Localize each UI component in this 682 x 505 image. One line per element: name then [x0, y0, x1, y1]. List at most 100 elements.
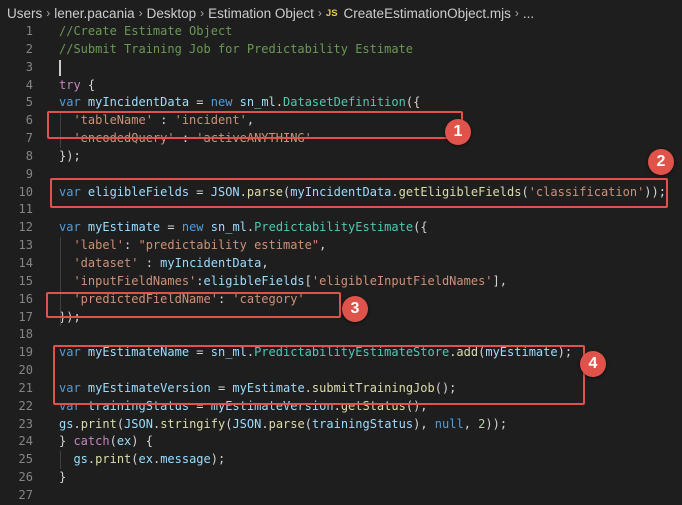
code-line[interactable]: 23 gs.print(JSON.stringify(JSON.parse(tra… [0, 416, 682, 434]
line-number: 22 [18, 398, 33, 413]
code-token: var [59, 95, 81, 110]
code-line[interactable]: 13 'label': "predictability estimate", [0, 237, 682, 255]
code-line[interactable]: 18 [0, 326, 682, 344]
code-line[interactable]: 5 var myIncidentData = new sn_ml.DatasetD… [0, 94, 682, 112]
line-number: 12 [18, 220, 33, 235]
code-token: myEstimate [80, 220, 161, 235]
code-token: 'eligibleInputFieldNames' [311, 273, 493, 288]
breadcrumb-item-file[interactable]: CreateEstimationObject.mjs [344, 6, 511, 21]
code-line[interactable]: 12 var myEstimate = new sn_ml.Predictabil… [0, 219, 682, 237]
code-text: gs.print(ex.message); [59, 451, 225, 469]
breadcrumb-item-folder[interactable]: Estimation Object [208, 6, 314, 21]
code-token: { [80, 77, 96, 92]
text-cursor [59, 60, 61, 76]
code-token: )); [485, 416, 508, 431]
code-token: ex [138, 452, 153, 467]
code-token: ), [413, 416, 435, 431]
highlight-box-1 [47, 111, 463, 139]
line-number: 23 [18, 416, 33, 431]
line-number: 5 [25, 95, 33, 110]
chevron-right-icon: › [46, 6, 51, 20]
code-line[interactable]: 1 //Create Estimate Object [0, 23, 682, 41]
code-token: [ [304, 273, 312, 288]
code-text: gs.print(JSON.stringify(JSON.parse(train… [59, 416, 507, 434]
code-text: 'label': "predictability estimate", [59, 237, 326, 255]
highlight-box-2 [50, 178, 668, 208]
code-line[interactable]: 24} catch(ex) { [0, 433, 682, 451]
code-line[interactable]: 2 //Submit Training Job for Predictabilit… [0, 41, 682, 59]
code-line[interactable]: 4 try { [0, 77, 682, 95]
code-token: . [275, 95, 284, 110]
line-number: 15 [18, 273, 33, 288]
code-token: 'dataset' [59, 255, 139, 270]
code-token: JSON [232, 416, 262, 431]
code-token: stringify [160, 416, 226, 431]
code-text: 'inputFieldNames':eligibleFields['eligib… [59, 273, 507, 291]
line-number: 18 [18, 327, 33, 342]
code-token: : [124, 238, 139, 253]
code-token: , [261, 255, 269, 270]
code-token: }); [59, 148, 81, 163]
breadcrumb-item-users[interactable]: Users [7, 6, 42, 21]
line-number: 1 [25, 24, 33, 38]
line-number: 10 [18, 184, 33, 199]
code-token: , [463, 416, 479, 431]
breadcrumb-item-desktop[interactable]: Desktop [147, 6, 197, 21]
line-number: 2 [25, 41, 33, 56]
code-text: try { [59, 77, 95, 95]
code-token: ({ [405, 95, 421, 110]
line-number: 11 [18, 202, 33, 217]
breadcrumb-more[interactable]: ... [523, 6, 534, 21]
code-text: } [59, 469, 66, 487]
code-token: PredictabilityEstimate [254, 220, 414, 235]
code-text: //Submit Training Job for Predictability… [59, 41, 413, 59]
code-token: : [196, 273, 204, 288]
code-text: //Create Estimate Object [59, 23, 232, 41]
code-token: try [59, 77, 81, 92]
code-token: print [95, 452, 132, 467]
line-number: 14 [18, 255, 33, 270]
javascript-file-icon: JS [325, 7, 338, 19]
annotation-badge-4: 4 [580, 351, 606, 377]
code-editor[interactable]: 1 //Create Estimate Object 2 //Submit Train… [0, 23, 682, 505]
code-token: ) { [131, 434, 153, 449]
code-line[interactable]: 25 gs.print(ex.message); [0, 451, 682, 469]
chevron-right-icon: › [200, 6, 205, 20]
code-text: var myIncidentData = new sn_ml.DatasetDe… [59, 94, 420, 112]
code-token: } [59, 470, 67, 485]
code-token: : [138, 255, 161, 270]
line-number: 17 [18, 309, 33, 324]
code-line[interactable]: 27 [0, 487, 682, 505]
breadcrumb-item-user[interactable]: lener.pacania [54, 6, 134, 21]
code-token: trainingStatus [311, 416, 414, 431]
code-text: } catch(ex) { [59, 433, 153, 451]
line-number: 3 [25, 59, 33, 74]
code-line[interactable]: 14 'dataset' : myIncidentData, [0, 255, 682, 273]
annotation-badge-2: 2 [648, 149, 674, 175]
code-token: ex [116, 434, 132, 449]
code-token: //Submit Training Job for Predictability… [59, 41, 414, 56]
chevron-right-icon: › [138, 6, 143, 20]
code-token: . [261, 416, 269, 431]
code-token: parse [268, 416, 305, 431]
chevron-right-icon: › [514, 6, 519, 20]
code-line[interactable]: 26} [0, 469, 682, 487]
code-token: //Create Estimate Object [59, 24, 233, 38]
line-number: 4 [25, 77, 33, 92]
code-token: gs [59, 452, 88, 467]
code-token: sn_ml [232, 95, 276, 110]
code-line[interactable]: 3 [0, 59, 682, 77]
code-token: catch [73, 434, 110, 449]
chevron-right-icon: › [317, 6, 322, 20]
line-number: 19 [18, 345, 33, 360]
code-token: null [434, 416, 464, 431]
highlight-box-3 [46, 292, 341, 318]
code-token: , [319, 238, 327, 253]
code-line[interactable]: 15 'inputFieldNames':eligibleFields['eli… [0, 273, 682, 291]
code-token: 'label' [59, 238, 125, 253]
code-line[interactable]: 8}); [0, 148, 682, 166]
code-token: ( [109, 434, 117, 449]
code-token: message [160, 452, 211, 467]
code-token: print [80, 416, 117, 431]
code-token: = [160, 220, 182, 235]
